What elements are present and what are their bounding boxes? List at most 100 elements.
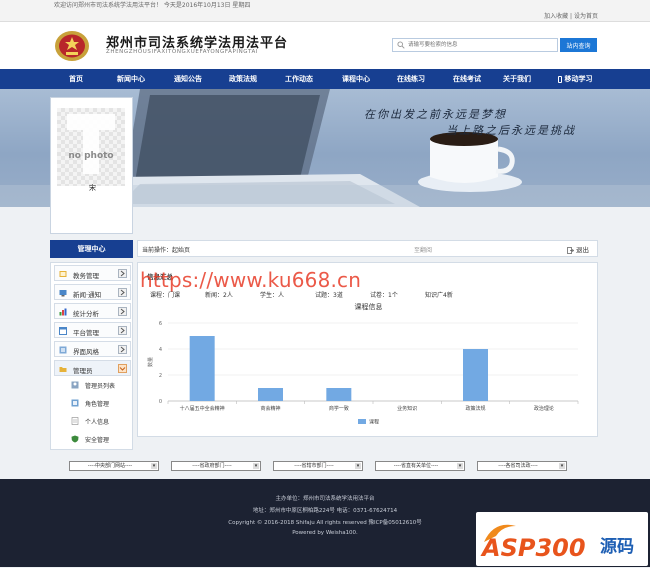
role-icon <box>71 399 79 407</box>
y-axis-label: 数量 <box>147 357 154 367</box>
sidebar-item-academic[interactable]: 教务管理 <box>54 265 131 281</box>
sidebar-item-theme[interactable]: 界面风格 <box>54 341 131 357</box>
y-tick-label: 2 <box>159 373 162 379</box>
nav-home[interactable]: 首页 <box>58 69 94 89</box>
info-summary-panel: 信息汇总 课程：门课 新闻：2人 学生：人 试题：3道 试卷：1个 知识广4新 … <box>137 262 598 437</box>
bar <box>326 388 352 401</box>
sidebar-item-news[interactable]: 新闻·通知 <box>54 284 131 300</box>
document-icon <box>71 417 79 425</box>
exit-button[interactable]: 退出 <box>567 244 589 254</box>
sidebar-subitem-label: 安全管理 <box>85 437 110 444</box>
exit-label: 退出 <box>576 246 589 254</box>
nav-exam[interactable]: 在线考试 <box>441 69 493 89</box>
chart-icon <box>59 308 67 316</box>
stat-courses: 课程：门课 <box>150 292 181 299</box>
user-list-icon <box>71 381 79 389</box>
nav-mobile[interactable]: 移动学习 <box>550 69 600 89</box>
x-tick-label: 政治理论 <box>534 405 554 412</box>
banner-slogan-line1: 在你出发之前永远是梦想 <box>364 108 507 121</box>
info-summary-heading: 信息汇总 <box>147 273 173 281</box>
breadcrumb-current[interactable]: 起始页 <box>172 247 190 254</box>
add-favorite-link[interactable]: 加入收藏 <box>544 13 568 20</box>
chevron-right-icon <box>118 269 127 278</box>
search-icon <box>397 41 405 49</box>
legend-swatch <box>358 419 366 424</box>
stat-questions: 试题：3道 <box>315 292 343 299</box>
search-input[interactable] <box>392 38 558 52</box>
palette-icon <box>59 346 67 354</box>
course-bar-chart: 0 2 4 6 数量十八届五中全会精神 商会精神 商学一致 业务知识 政策法规 政治理论课程 <box>147 321 579 426</box>
breadcrumb: 当前操作：起始页 至翻阅 退出 <box>137 240 598 257</box>
breadcrumb-text: 当前操作：起始页 <box>142 245 190 254</box>
stat-news: 新闻：2人 <box>205 292 233 299</box>
select-label: ----省政府部门---- <box>192 463 232 469</box>
sidebar-item-label: 界面风格 <box>73 348 99 356</box>
nav-work-news[interactable]: 工作动态 <box>273 69 325 89</box>
main-nav: 首页 新闻中心 通知公告 政策法规 工作动态 课程中心 在线练习 在线考试 关于… <box>0 69 650 89</box>
asp300-logo-sub: 源码 <box>600 536 634 557</box>
nav-courses[interactable]: 课程中心 <box>330 69 382 89</box>
sidebar-subitem-profile[interactable]: 个人信息 <box>69 414 129 428</box>
sidebar-subitem-label: 角色管理 <box>85 401 110 408</box>
sidebar-subitem-roles[interactable]: 角色管理 <box>69 396 129 410</box>
bar <box>463 349 488 401</box>
bar <box>258 388 283 401</box>
sidebar-subitem-label: 管理员列表 <box>85 383 116 390</box>
select-central-departments[interactable]: ----中央部门网站---- ▾ <box>69 461 159 471</box>
search-button[interactable]: 站内查询 <box>560 38 597 52</box>
court-emblem-icon <box>55 31 89 61</box>
sidebar-subitem-admin-list[interactable]: 管理员列表 <box>69 378 129 392</box>
y-tick-label: 6 <box>159 321 162 327</box>
asp300-logo-text: ASP300 <box>480 534 586 562</box>
dropdown-arrow-icon: ▾ <box>151 463 157 469</box>
set-home-link[interactable]: 设为首页 <box>574 13 598 20</box>
dropdown-arrow-icon: ▾ <box>253 463 259 469</box>
nav-news[interactable]: 新闻中心 <box>105 69 157 89</box>
sidebar-item-platform[interactable]: 平台管理 <box>54 322 131 338</box>
select-label: ----各省司法政---- <box>498 463 538 469</box>
select-label: ----中央部门网站---- <box>87 463 133 469</box>
select-provincial-departments[interactable]: ----省政府部门---- ▾ <box>171 461 261 471</box>
select-label: ----省辖市部门---- <box>294 463 334 469</box>
shield-icon <box>71 435 79 443</box>
link-selects: ----中央部门网站---- ▾ ----省政府部门---- ▾ ----省辖市部门… <box>0 461 650 471</box>
nav-practice[interactable]: 在线练习 <box>385 69 437 89</box>
nav-policies[interactable]: 政策法规 <box>217 69 269 89</box>
select-city-departments[interactable]: ----省辖市部门---- ▾ <box>273 461 363 471</box>
x-tick-label: 政策法规 <box>465 405 485 412</box>
y-tick-label: 4 <box>159 347 162 353</box>
sidebar-item-label: 教务管理 <box>73 272 99 280</box>
chevron-right-icon <box>118 288 127 297</box>
select-provincial-units[interactable]: ----省直有关单位---- ▾ <box>375 461 465 471</box>
nav-notices[interactable]: 通知公告 <box>162 69 214 89</box>
monitor-icon <box>59 290 67 297</box>
stat-papers: 试卷：1个 <box>370 292 398 299</box>
footer-organizer: 主办单位：郑州市司法系统学法用法平台 <box>275 496 375 502</box>
site-header: 郑州市司法系统学法用法平台 ZHENGZHOUSIFAXITONGXUEFAYO… <box>0 22 650 69</box>
x-tick-label: 商会精神 <box>260 405 280 412</box>
sidebar-item-statistics[interactable]: 统计分析 <box>54 303 131 319</box>
avatar: no photo <box>57 108 125 186</box>
book-icon <box>59 271 67 277</box>
chevron-right-icon <box>118 326 127 335</box>
nav-about[interactable]: 关于我们 <box>494 69 540 89</box>
site-subtitle: ZHENGZHOUSIFAXITONGXUEFAYONGFAPINGTAI <box>106 49 259 55</box>
sidebar-item-label: 平台管理 <box>73 329 99 337</box>
dropdown-arrow-icon: ▾ <box>457 463 463 469</box>
phone-icon <box>557 75 562 83</box>
sidebar-menu: 教务管理 新闻·通知 统计分析 平台管理 界面风格 管理员 管理员列表 角色管理… <box>50 262 133 450</box>
top-links: 加入收藏 | 设为首页 <box>544 11 598 20</box>
sidebar-subitem-security[interactable]: 安全管理 <box>69 432 129 446</box>
sidebar-item-admin[interactable]: 管理员 <box>54 360 131 376</box>
breadcrumb-center-text: 至翻阅 <box>414 247 433 254</box>
select-justice-bureaus[interactable]: ----各省司法政---- ▾ <box>477 461 567 471</box>
asp300-logo: ASP300 源码 <box>476 512 648 566</box>
profile-card: no photo 宋 <box>50 97 133 234</box>
stat-students: 学生：人 <box>260 292 285 299</box>
sidebar-header: 管理中心 <box>50 240 133 258</box>
chevron-right-icon <box>118 345 127 354</box>
window-icon <box>59 327 67 335</box>
breadcrumb-label: 当前操作： <box>142 247 173 254</box>
y-tick-label: 0 <box>159 399 162 405</box>
select-label: ----省直有关单位---- <box>393 463 439 469</box>
